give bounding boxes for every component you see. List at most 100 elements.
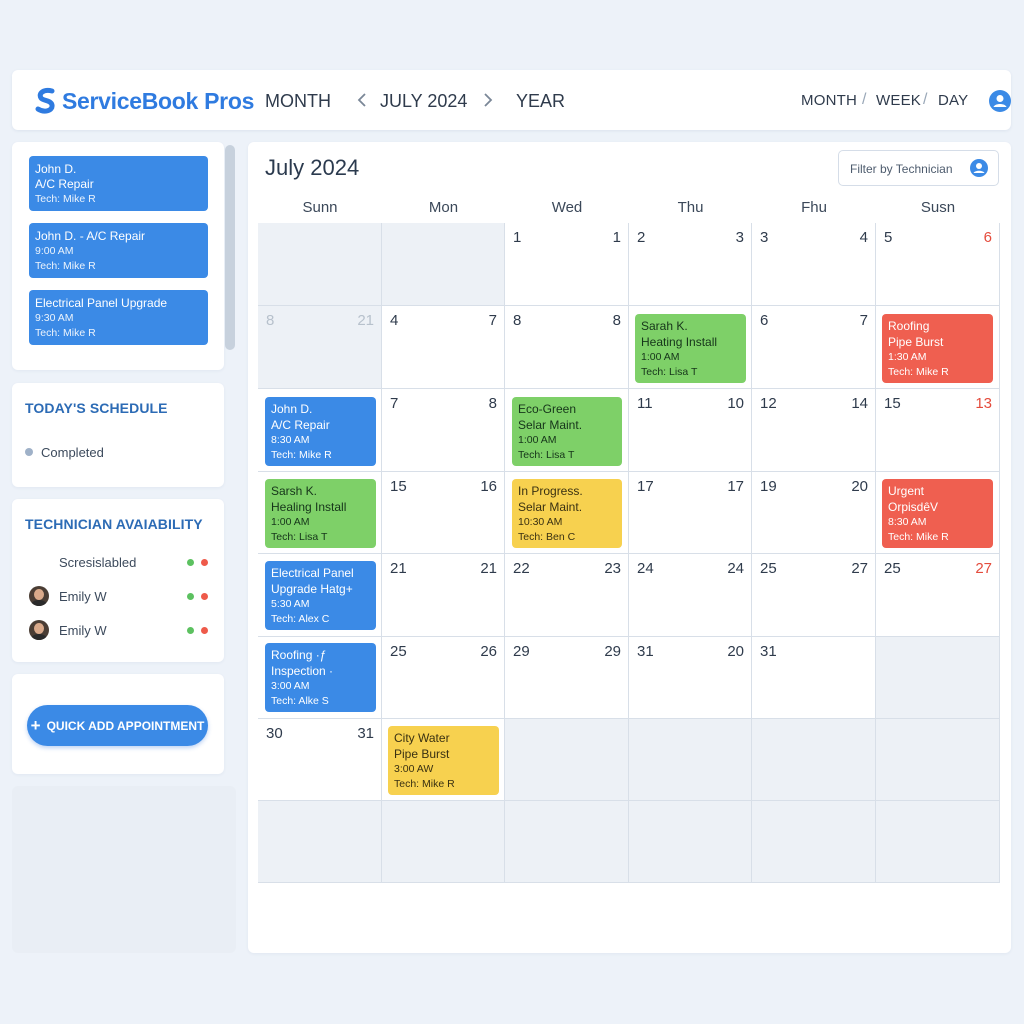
nav-year-label[interactable]: YEAR [516, 91, 565, 112]
day-number-secondary: 23 [604, 560, 621, 577]
day-number: 3 [760, 229, 769, 246]
appointment-title: Electrical Panel Upgrade [35, 296, 168, 310]
day-number-secondary: 29 [604, 643, 621, 660]
event-tech: Tech: Alke S [271, 695, 329, 707]
calendar-day-cell[interactable] [876, 719, 1000, 801]
quick-add-appointment-button[interactable]: + QUICK ADD APPOINTMENT [27, 705, 208, 746]
brand-name[interactable]: ServiceBook Pros [62, 88, 254, 115]
day-number-secondary: 17 [727, 478, 744, 495]
calendar-day-cell[interactable] [382, 801, 505, 883]
event-time: 8:30 AM [271, 434, 310, 446]
calendar-day-cell[interactable] [629, 719, 752, 801]
upcoming-appointment-card[interactable]: John D. - A/C Repair 9:00 AM Tech: Mike … [29, 223, 208, 278]
day-number-secondary: 6 [983, 229, 992, 246]
day-number: 29 [513, 643, 530, 660]
upcoming-appointment-card[interactable]: Electrical Panel Upgrade 9:30 AM Tech: M… [29, 290, 208, 345]
day-number-secondary: 24 [727, 560, 744, 577]
day-of-week-label: Sunn [302, 199, 338, 216]
status-completed-label: Completed [41, 445, 104, 460]
filter-by-technician-button[interactable]: Filter by Technician [838, 150, 999, 186]
event-title: Eco-Green [518, 402, 577, 416]
day-number-secondary: 27 [975, 560, 992, 577]
calendar-day-cell[interactable] [258, 801, 382, 883]
appointment-time: 9:30 AM [35, 312, 74, 324]
day-number: 21 [390, 560, 407, 577]
view-day-link[interactable]: DAY [938, 92, 968, 109]
calendar-day-cell[interactable] [382, 223, 505, 306]
day-of-week-label: Wed [551, 199, 583, 216]
ev-electrical-panel-event[interactable]: Electrical Panel Upgrade Hatg+ 5:30 AM Tech… [265, 561, 376, 630]
technician-avatar [29, 586, 49, 606]
view-week-link[interactable]: WEEK [876, 92, 921, 109]
event-tech: Tech: Mike R [888, 531, 949, 543]
ev-city-water-event[interactable]: City Water Pipe Burst 3:00 AW Tech: Mike R [388, 726, 499, 795]
calendar-day-cell[interactable] [752, 801, 876, 883]
technician-availability-title: TECHNICIAN AVAIABILITY [25, 516, 203, 532]
calendar-day-cell[interactable] [876, 637, 1000, 719]
event-time: 1:00 AM [641, 351, 680, 363]
event-title: Roofing [888, 319, 930, 333]
day-number-secondary: 10 [727, 395, 744, 412]
day-number: 19 [760, 478, 777, 495]
filter-label: Filter by Technician [850, 162, 953, 176]
ev-roofing-inspection-event[interactable]: Roofing ·ƒ Inspection · 3:00 AM Tech: Alke … [265, 643, 376, 712]
todays-schedule-title: TODAY'S SCHEDULE [25, 400, 168, 416]
view-month-link[interactable]: MONTH [801, 92, 857, 109]
user-account-icon[interactable] [989, 90, 1011, 112]
event-time: 10:30 AM [518, 516, 563, 528]
event-subtitle: Selar Maint. [518, 499, 583, 514]
day-number: 1 [513, 229, 522, 246]
calendar-day-cell[interactable] [258, 223, 382, 306]
day-number: 7 [390, 395, 399, 412]
view-separator: / [923, 91, 928, 108]
ev-eco-green-event[interactable]: Eco-Green Selar Maint. 1:00 AM Tech: Lisa T [512, 397, 622, 466]
day-number-secondary: 16 [480, 478, 497, 495]
appointment-time: 9:00 AM [35, 245, 74, 257]
appointment-tech: Tech: Mike R [35, 327, 96, 339]
ev-sarsh-healing-event[interactable]: Sarsh K. Healing Install 1:00 AM Tech: Lisa… [265, 479, 376, 548]
event-subtitle: Upgrade Hatg+ [271, 581, 353, 596]
event-time: 1:00 AM [518, 434, 557, 446]
day-number-secondary: 1 [612, 229, 621, 246]
ev-sarah-heating-event[interactable]: Sarah K. Heating Install 1:00 AM Tech: Lisa… [635, 314, 746, 383]
event-tech: Tech: Alex C [271, 613, 330, 625]
calendar-title: July 2024 [265, 155, 360, 180]
nav-month-label[interactable]: MONTH [265, 91, 331, 112]
calendar-day-cell[interactable] [629, 801, 752, 883]
event-subtitle: Heating Install [641, 334, 718, 349]
chevron-right-icon[interactable] [481, 90, 495, 110]
day-number: 6 [760, 312, 769, 329]
appointment-detail: A/C Repair [35, 177, 94, 191]
calendar-day-cell[interactable] [505, 719, 629, 801]
brand-logo-icon [35, 88, 55, 114]
calendar-day-cell[interactable] [752, 719, 876, 801]
day-number: 30 [266, 725, 283, 742]
sidebar-scrollbar[interactable] [225, 145, 235, 350]
day-number: 15 [390, 478, 407, 495]
event-title: Roofing ·ƒ [271, 648, 327, 662]
day-of-week-label: Thu [677, 199, 704, 216]
day-number: 8 [266, 312, 275, 329]
status-completed-dot [25, 448, 33, 456]
day-number-secondary: 7 [488, 312, 497, 329]
user-icon [970, 159, 988, 177]
calendar-day-cell[interactable] [876, 801, 1000, 883]
todays-schedule-panel [12, 383, 224, 487]
ev-in-progress-event[interactable]: In Progress. Selar Maint. 10:30 AM Tech: Be… [512, 479, 622, 548]
day-number-secondary: 8 [612, 312, 621, 329]
technician-name[interactable]: Emily W [59, 589, 107, 604]
day-of-week-label: Susn [920, 199, 956, 216]
calendar-day-cell[interactable] [505, 801, 629, 883]
event-time: 3:00 AW [394, 763, 434, 775]
ev-urgent-event[interactable]: Urgent OrpisdêV 8:30 AM Tech: Mike R [882, 479, 993, 548]
view-separator: / [862, 91, 867, 108]
appointment-title: John D. [35, 162, 77, 176]
event-tech: Tech: Mike R [271, 449, 332, 461]
ev-roofing-pipe-event[interactable]: Roofing Pipe Burst 1:30 AM Tech: Mike R [882, 314, 993, 383]
chevron-left-icon[interactable] [355, 90, 369, 110]
upcoming-appointment-card[interactable]: John D. A/C Repair Tech: Mike R [29, 156, 208, 211]
plus-icon: + [30, 715, 41, 735]
technician-name[interactable]: Emily W [59, 623, 107, 638]
ev-john-ac-event[interactable]: John D. A/C Repair 8:30 AM Tech: Mike R [265, 397, 376, 466]
event-subtitle: Inspection · [271, 663, 334, 678]
